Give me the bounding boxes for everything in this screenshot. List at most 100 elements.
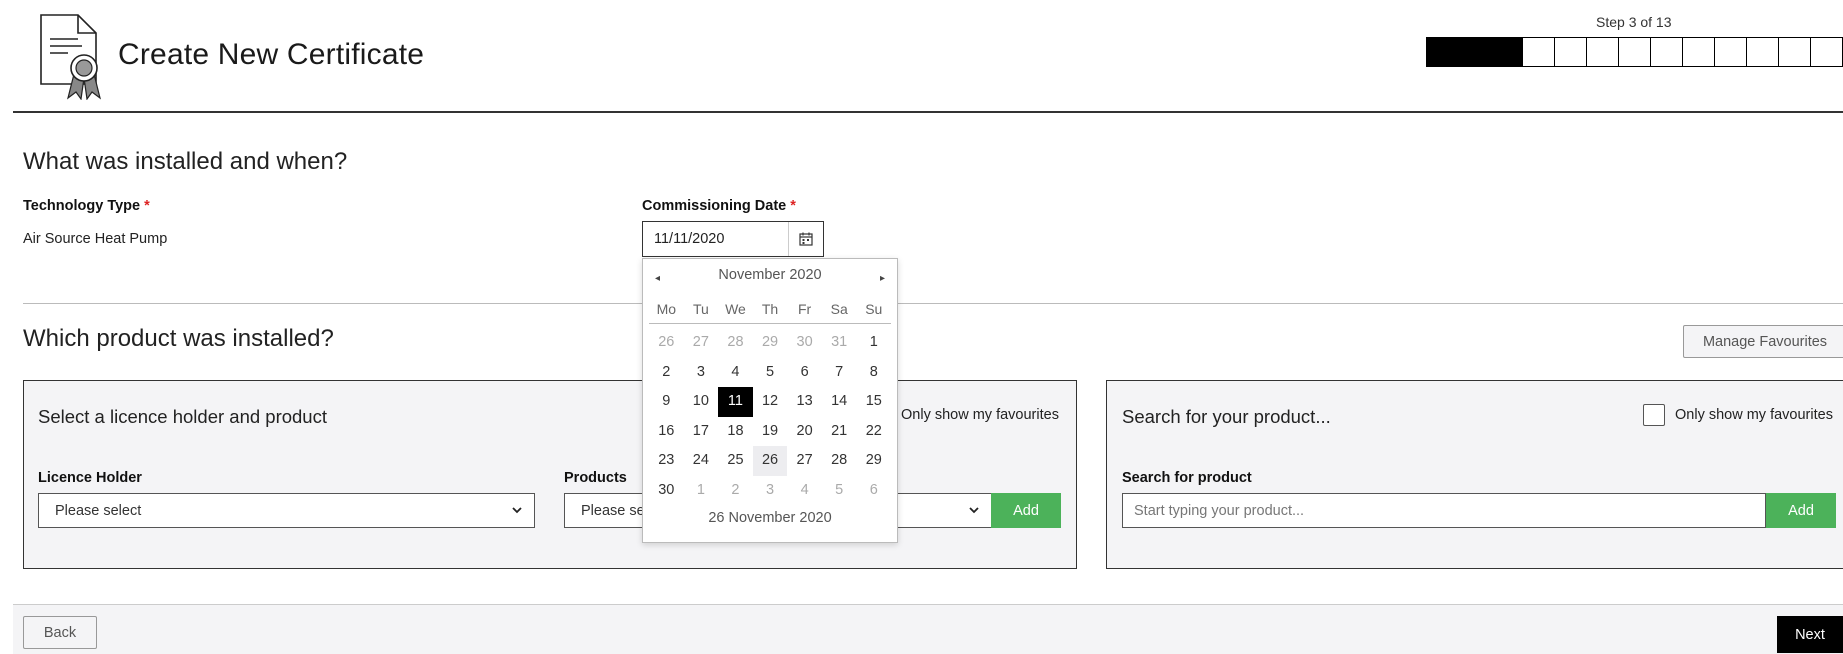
search-product-input[interactable] bbox=[1122, 493, 1766, 528]
datepicker-day[interactable]: 21 bbox=[822, 417, 857, 447]
datepicker-day[interactable]: 29 bbox=[753, 328, 788, 358]
datepicker-day[interactable]: 8 bbox=[856, 358, 891, 388]
section-heading-product: Which product was installed? bbox=[23, 325, 334, 352]
datepicker-day[interactable]: 1 bbox=[684, 476, 719, 506]
products-label: Products bbox=[564, 470, 627, 486]
weekday-label: Fr bbox=[797, 301, 812, 317]
add-product-button[interactable]: Add bbox=[991, 493, 1061, 528]
commissioning-date-input[interactable]: 11/11/2020 bbox=[643, 231, 788, 247]
datepicker-day[interactable]: 30 bbox=[649, 476, 684, 506]
datepicker-day[interactable]: 28 bbox=[822, 446, 857, 476]
datepicker-day[interactable]: 2 bbox=[649, 358, 684, 388]
weekday-label: Th bbox=[761, 301, 779, 317]
licence-holder-select-value: Please select bbox=[55, 502, 142, 519]
datepicker-day[interactable]: 24 bbox=[684, 446, 719, 476]
datepicker-week-row: 23 24 25 26 27 28 29 bbox=[649, 446, 891, 476]
section-heading-installed: What was installed and when? bbox=[23, 148, 348, 175]
datepicker-day[interactable]: 22 bbox=[856, 417, 891, 447]
datepicker-day[interactable]: 15 bbox=[856, 387, 891, 417]
licence-favourites-label[interactable]: Only show my favourites bbox=[901, 407, 1059, 423]
commissioning-date-label-text: Commissioning Date bbox=[642, 198, 787, 214]
weekday-label: Mo bbox=[656, 301, 677, 317]
datepicker-day[interactable]: 18 bbox=[718, 417, 753, 447]
datepicker-day[interactable]: 26 bbox=[649, 328, 684, 358]
datepicker-day[interactable]: 3 bbox=[684, 358, 719, 388]
datepicker-day[interactable]: 7 bbox=[822, 358, 857, 388]
search-favourites-checkbox[interactable] bbox=[1643, 404, 1665, 426]
datepicker-week-row: 9 10 11 12 13 14 15 bbox=[649, 387, 891, 417]
step-segment bbox=[1458, 38, 1490, 66]
datepicker-day[interactable]: 17 bbox=[684, 417, 719, 447]
datepicker-day[interactable]: 10 bbox=[684, 387, 719, 417]
footer-bar bbox=[13, 604, 1843, 654]
required-marker: * bbox=[144, 198, 150, 214]
datepicker-day-selected[interactable]: 11 bbox=[718, 387, 753, 417]
search-panel-title: Search for your product... bbox=[1122, 406, 1331, 427]
technology-type-value: Air Source Heat Pump bbox=[23, 231, 168, 247]
datepicker-week-row: 30 1 2 3 4 5 6 bbox=[649, 476, 891, 506]
datepicker-day[interactable]: 27 bbox=[684, 328, 719, 358]
weekday-label: We bbox=[725, 301, 746, 317]
datepicker-week-row: 16 17 18 19 20 21 22 bbox=[649, 417, 891, 447]
datepicker-day[interactable]: 20 bbox=[787, 417, 822, 447]
datepicker-day[interactable]: 30 bbox=[787, 328, 822, 358]
add-search-product-button[interactable]: Add bbox=[1766, 493, 1836, 528]
datepicker-day-grid: 26 27 28 29 30 31 1 2 3 4 5 6 7 8 9 10 11 12 13 14 15 16 17 18 1… bbox=[649, 328, 891, 506]
datepicker-day[interactable]: 5 bbox=[822, 476, 857, 506]
datepicker-day[interactable]: 19 bbox=[753, 417, 788, 447]
datepicker-day[interactable]: 6 bbox=[787, 358, 822, 388]
datepicker-week-row: 26 27 28 29 30 31 1 bbox=[649, 328, 891, 358]
datepicker-day[interactable]: 3 bbox=[753, 476, 788, 506]
datepicker-day[interactable]: 4 bbox=[787, 476, 822, 506]
datepicker-day[interactable]: 27 bbox=[787, 446, 822, 476]
step-indicator-label: Step 3 of 13 bbox=[1596, 14, 1672, 30]
weekday-label: Tu bbox=[692, 301, 709, 317]
datepicker-popup: ◂ November 2020 ▸ Mo Tu We Th Fr Sa Su 26 27 28 2… bbox=[642, 258, 898, 543]
search-product-label: Search for product bbox=[1122, 470, 1252, 486]
datepicker-day[interactable]: 13 bbox=[787, 387, 822, 417]
datepicker-day[interactable]: 5 bbox=[753, 358, 788, 388]
datepicker-day[interactable]: 31 bbox=[822, 328, 857, 358]
step-segment bbox=[1427, 38, 1458, 66]
datepicker-day[interactable]: 1 bbox=[856, 328, 891, 358]
datepicker-day[interactable]: 16 bbox=[649, 417, 684, 447]
licence-holder-select[interactable]: Please select bbox=[38, 493, 535, 528]
datepicker-day[interactable]: 9 bbox=[649, 387, 684, 417]
manage-favourites-button[interactable]: Manage Favourites bbox=[1683, 325, 1843, 358]
step-segment bbox=[1650, 38, 1682, 66]
back-button[interactable]: Back bbox=[23, 616, 97, 649]
datepicker-day[interactable]: 12 bbox=[753, 387, 788, 417]
chevron-down-icon bbox=[512, 507, 522, 514]
datepicker-day[interactable]: 2 bbox=[718, 476, 753, 506]
weekday-label: Su bbox=[865, 301, 883, 317]
licence-panel-title: Select a licence holder and product bbox=[38, 406, 327, 427]
datepicker-day[interactable]: 6 bbox=[856, 476, 891, 506]
required-marker: * bbox=[790, 198, 796, 214]
header-divider bbox=[13, 111, 1843, 113]
next-button[interactable]: Next bbox=[1777, 616, 1843, 653]
step-segment bbox=[1778, 38, 1810, 66]
step-segment bbox=[1746, 38, 1778, 66]
datepicker-day[interactable]: 4 bbox=[718, 358, 753, 388]
datepicker-day[interactable]: 29 bbox=[856, 446, 891, 476]
datepicker-day[interactable]: 25 bbox=[718, 446, 753, 476]
step-segment bbox=[1810, 38, 1842, 66]
datepicker-day[interactable]: 28 bbox=[718, 328, 753, 358]
datepicker-month-label[interactable]: November 2020 bbox=[643, 267, 897, 283]
step-segment bbox=[1586, 38, 1618, 66]
search-favourites-label[interactable]: Only show my favourites bbox=[1675, 407, 1833, 423]
datepicker-today-label[interactable]: 26 November 2020 bbox=[643, 510, 897, 526]
calendar-icon[interactable] bbox=[788, 222, 823, 256]
datepicker-day[interactable]: 14 bbox=[822, 387, 857, 417]
datepicker-day[interactable]: 26 bbox=[752, 446, 788, 476]
next-month-icon[interactable]: ▸ bbox=[880, 273, 885, 284]
step-segment bbox=[1522, 38, 1554, 66]
commissioning-date-label: Commissioning Date * bbox=[642, 198, 796, 214]
datepicker-day[interactable]: 23 bbox=[649, 446, 684, 476]
step-progress-bar bbox=[1426, 37, 1843, 67]
licence-holder-label: Licence Holder bbox=[38, 470, 142, 486]
step-segment bbox=[1682, 38, 1714, 66]
commissioning-date-field[interactable]: 11/11/2020 bbox=[642, 221, 824, 257]
step-segment bbox=[1618, 38, 1650, 66]
step-segment bbox=[1714, 38, 1746, 66]
